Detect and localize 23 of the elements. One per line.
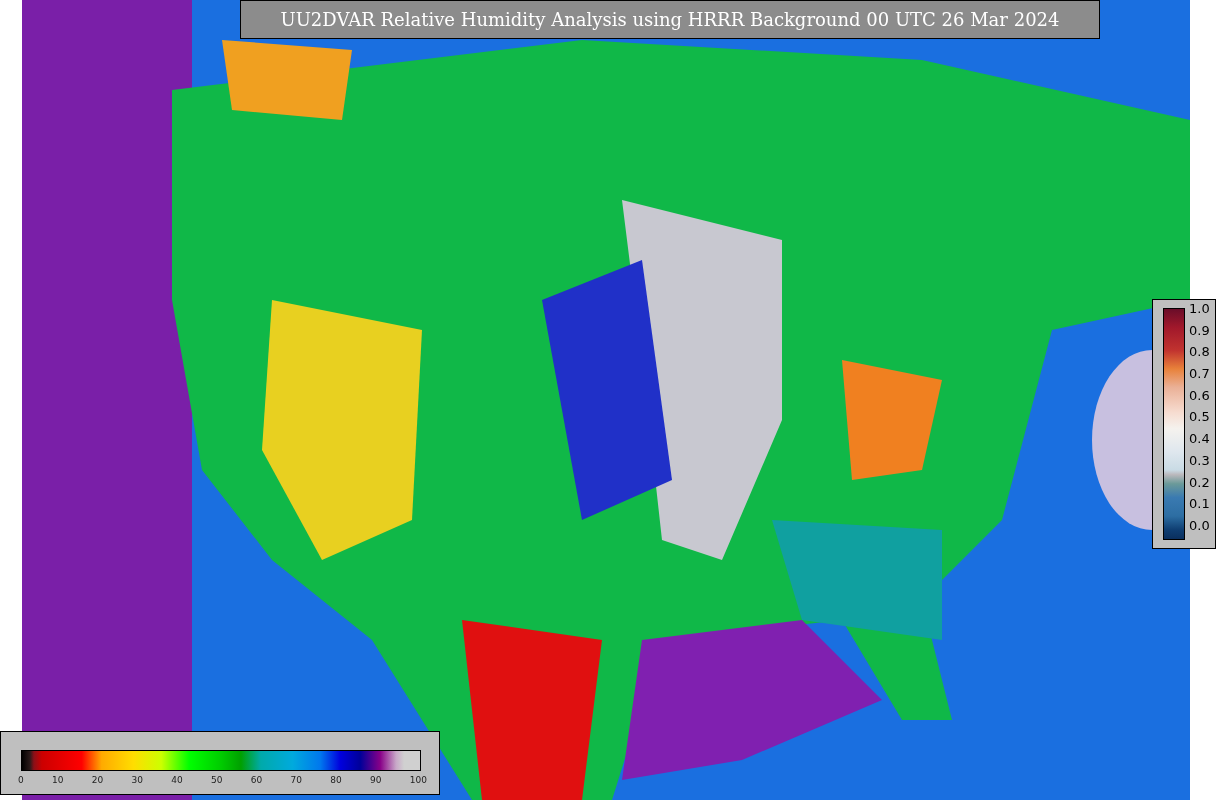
- tick-label: 1.0: [1189, 301, 1210, 316]
- map-title: UU2DVAR Relative Humidity Analysis using HRRR Background 00 UTC 26 Mar 2024: [240, 0, 1100, 39]
- tick-label: 0.5: [1189, 409, 1210, 425]
- tick-label: 60: [250, 775, 263, 785]
- tick-label: 0.0: [1189, 517, 1210, 533]
- tick-label: 0.8: [1189, 344, 1210, 360]
- tick-label: 0.7: [1189, 366, 1210, 382]
- tick-label: 0.4: [1189, 431, 1210, 447]
- tick-label: 30: [131, 775, 143, 785]
- tick-label: 70: [290, 775, 302, 785]
- tick-label: 100: [409, 775, 427, 785]
- tick-label: 0.3: [1189, 452, 1210, 468]
- tick-label: 0.9: [1189, 322, 1210, 338]
- tick-label: 50: [211, 775, 223, 785]
- tick-label: 0.2: [1189, 474, 1210, 490]
- tick-label: 0.6: [1189, 387, 1210, 403]
- tick-label: 0: [18, 775, 24, 785]
- tick-label: 90: [370, 775, 382, 785]
- tick-label: 20: [91, 775, 104, 785]
- tick-label: 80: [330, 775, 342, 785]
- tick-label: 10: [52, 775, 64, 785]
- tick-label: 40: [171, 775, 183, 785]
- tick-label: 0.1: [1189, 496, 1210, 512]
